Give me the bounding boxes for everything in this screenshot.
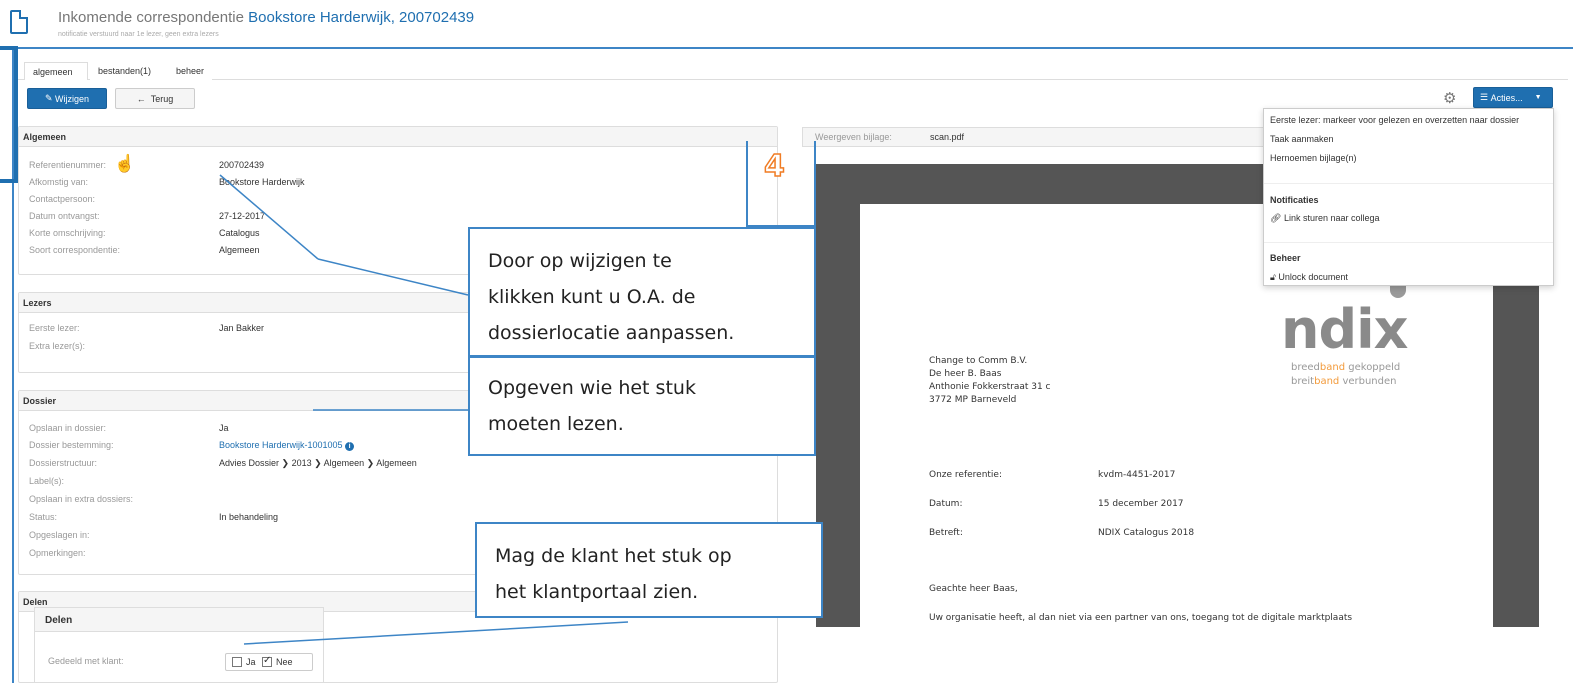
field-label: Afkomstig van: xyxy=(29,177,89,187)
callout-text: klikken kunt u O.A. de xyxy=(488,286,696,308)
logo-tagline: breedband gekoppeld xyxy=(1291,362,1401,373)
delen-inset: Delen Gedeeld met klant: Ja Nee xyxy=(34,607,324,683)
field-label: Korte omschrijving: xyxy=(29,228,106,238)
checkbox-ja[interactable] xyxy=(232,657,242,667)
field-label: Status: xyxy=(29,512,58,522)
field-value: 27-12-2017 xyxy=(219,211,266,221)
annotation-bracket xyxy=(0,46,18,183)
doc-text: Anthonie Fokkerstraat 31 c xyxy=(929,382,1051,392)
field-label: Dossierstructuur: xyxy=(29,458,98,468)
field-label: Opmerkingen: xyxy=(29,548,86,558)
tab-bar: algemeen bestanden(1) beheer xyxy=(18,62,1568,80)
gear-icon[interactable]: ⚙ xyxy=(1443,89,1456,107)
field-label: Extra lezer(s): xyxy=(29,341,86,351)
menu-header-notificaties: Notificaties xyxy=(1270,195,1319,205)
field-value: Algemeen xyxy=(219,245,260,255)
callout-text: dossierlocatie aanpassen. xyxy=(488,322,735,344)
tab-beheer[interactable]: beheer xyxy=(168,62,212,80)
panel-title: Algemeen xyxy=(19,127,777,147)
list-icon: ☰ xyxy=(1480,92,1491,102)
page-subtitle: notificatie verstuurd naar 1e lezer, gee… xyxy=(58,31,219,38)
actions-menu: Eerste lezer: markeer voor gelezen en ov… xyxy=(1263,108,1554,286)
doc-text: 15 december 2017 xyxy=(1098,499,1184,509)
field-label: Opgeslagen in: xyxy=(29,530,90,540)
annotation-line-top xyxy=(18,47,1573,49)
menu-item-rename[interactable]: Hernoemen bijlage(n) xyxy=(1270,153,1357,163)
viewer-file[interactable]: scan.pdf xyxy=(930,132,964,142)
doc-text: kvdm-4451-2017 xyxy=(1098,470,1176,480)
menu-item-send-link[interactable]: 🔗︎ Link sturen naar collega xyxy=(1270,213,1380,224)
option-label: Ja xyxy=(246,657,256,667)
document-icon xyxy=(10,10,28,34)
field-label: Soort correspondentie: xyxy=(29,245,121,255)
wijzigen-button[interactable]: ✎ Wijzigen xyxy=(27,88,107,109)
field-value: Ja xyxy=(219,423,229,433)
acties-button[interactable]: ☰ Acties... ▼ xyxy=(1473,87,1553,108)
doc-text: Uw organisatie heeft, al dan niet via ee… xyxy=(929,613,1353,623)
callout-lezers: Opgeven wie het stuk moeten lezen. xyxy=(468,356,816,456)
pencil-icon: ✎ xyxy=(44,93,56,103)
field-label: Datum ontvangst: xyxy=(29,211,100,221)
doc-text: Onze referentie: xyxy=(929,470,1002,480)
shared-toggle: Ja Nee xyxy=(225,653,313,671)
field-value: 200702439 xyxy=(219,160,265,170)
divider xyxy=(1264,183,1553,184)
field-value: Bookstore Harderwijk xyxy=(219,177,305,187)
breadcrumb: Advies Dossier ❯ 2013 ❯ Algemeen ❯ Algem… xyxy=(219,458,417,468)
checkbox-nee[interactable] xyxy=(262,655,273,667)
tab-bestanden[interactable]: bestanden(1) xyxy=(90,62,170,80)
menu-item-mark-read[interactable]: Eerste lezer: markeer voor gelezen en ov… xyxy=(1270,115,1519,125)
doc-text: Betreft: xyxy=(929,528,963,538)
terug-button[interactable]: ← Terug xyxy=(115,88,195,109)
doc-text: Datum: xyxy=(929,499,963,509)
callout-delen: Mag de klant het stuk op het klantportaa… xyxy=(475,522,823,618)
step-number: 4 xyxy=(763,148,785,185)
doc-text: De heer B. Baas xyxy=(929,369,1002,379)
menu-item-create-task[interactable]: Taak aanmaken xyxy=(1270,134,1334,144)
viewer-label: Weergeven bijlage: xyxy=(815,132,892,142)
callout-text: Opgeven wie het stuk xyxy=(488,377,696,399)
field-value: Catalogus xyxy=(219,228,260,238)
doc-text: Change to Comm B.V. xyxy=(929,356,1028,366)
caret-down-icon: ▼ xyxy=(1534,94,1542,101)
tab-algemeen[interactable]: algemeen xyxy=(24,62,88,80)
link-icon: 🔗︎ xyxy=(1270,213,1284,223)
doc-text: NDIX Catalogus 2018 xyxy=(1098,528,1195,538)
field-label: Eerste lezer: xyxy=(29,323,80,333)
field-label: Dossier bestemming: xyxy=(29,440,114,450)
callout-wijzigen: Door op wijzigen te klikken kunt u O.A. … xyxy=(468,227,816,357)
callout-text: het klantportaal zien. xyxy=(495,581,699,603)
field-label: Gedeeld met klant: xyxy=(48,656,124,666)
field-label: Opslaan in dossier: xyxy=(29,423,107,433)
field-label: Contactpersoon: xyxy=(29,194,96,204)
doc-text: 3772 MP Barneveld xyxy=(929,395,1017,405)
divider xyxy=(1264,242,1553,243)
dossier-link[interactable]: Bookstore Harderwijk-1001005 i xyxy=(219,440,355,451)
callout-text: moeten lezen. xyxy=(488,413,624,435)
doc-text: Geachte heer Baas, xyxy=(929,584,1018,594)
menu-header-beheer: Beheer xyxy=(1270,253,1301,263)
callout-text: Mag de klant het stuk op xyxy=(495,545,732,567)
inset-title: Delen xyxy=(35,608,323,632)
page-title: Inkomende correspondentie Bookstore Hard… xyxy=(58,9,475,26)
menu-item-unlock[interactable]: 🔓︎ Unlock document xyxy=(1270,272,1348,283)
info-icon: i xyxy=(345,442,355,451)
option-label: Nee xyxy=(276,657,293,667)
hand-cursor-icon: ☝ xyxy=(114,154,136,173)
field-label: Label(s): xyxy=(29,476,65,486)
field-label: Opslaan in extra dossiers: xyxy=(29,494,134,504)
arrow-left-icon: ← xyxy=(136,93,151,104)
callout-text: Door op wijzigen te xyxy=(488,250,672,272)
field-value: Jan Bakker xyxy=(219,323,265,333)
field-label: Referentienummer: xyxy=(29,160,107,170)
logo-tagline: breitband verbunden xyxy=(1291,376,1397,387)
ndix-logo: ndix xyxy=(1281,298,1408,361)
field-value: In behandeling xyxy=(219,512,279,522)
